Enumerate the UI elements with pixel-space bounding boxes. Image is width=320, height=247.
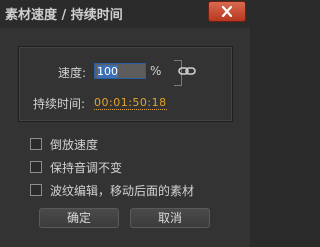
cancel-button[interactable]: 取消 <box>130 208 210 228</box>
ok-button[interactable]: 确定 <box>39 208 119 228</box>
reverse-speed-checkbox[interactable] <box>30 138 42 150</box>
speed-unit: % <box>150 64 162 78</box>
speed-value: 100 <box>97 65 118 78</box>
reverse-speed-label: 倒放速度 <box>50 138 99 152</box>
maintain-pitch-checkbox[interactable] <box>30 161 42 173</box>
title-bar[interactable]: 素材速度 / 持续时间 <box>0 0 250 28</box>
close-button[interactable] <box>208 1 246 22</box>
close-icon <box>221 6 233 17</box>
speed-label: 速度: <box>58 66 87 80</box>
ripple-edit-label: 波纹编辑，移动后面的素材 <box>50 184 195 198</box>
maintain-pitch-label: 保持音调不变 <box>50 161 123 175</box>
window-title: 素材速度 / 持续时间 <box>5 8 123 23</box>
duration-label: 持续时间: <box>33 97 86 111</box>
speed-input[interactable]: 100 <box>94 63 146 79</box>
ripple-edit-checkbox[interactable] <box>30 184 42 196</box>
speed-duration-dialog: 素材速度 / 持续时间 速度: 100 % 持续时间: 00:01:50:18 … <box>0 0 250 247</box>
chain-link-icon[interactable] <box>178 65 196 77</box>
duration-timecode[interactable]: 00:01:50:18 <box>94 96 167 110</box>
